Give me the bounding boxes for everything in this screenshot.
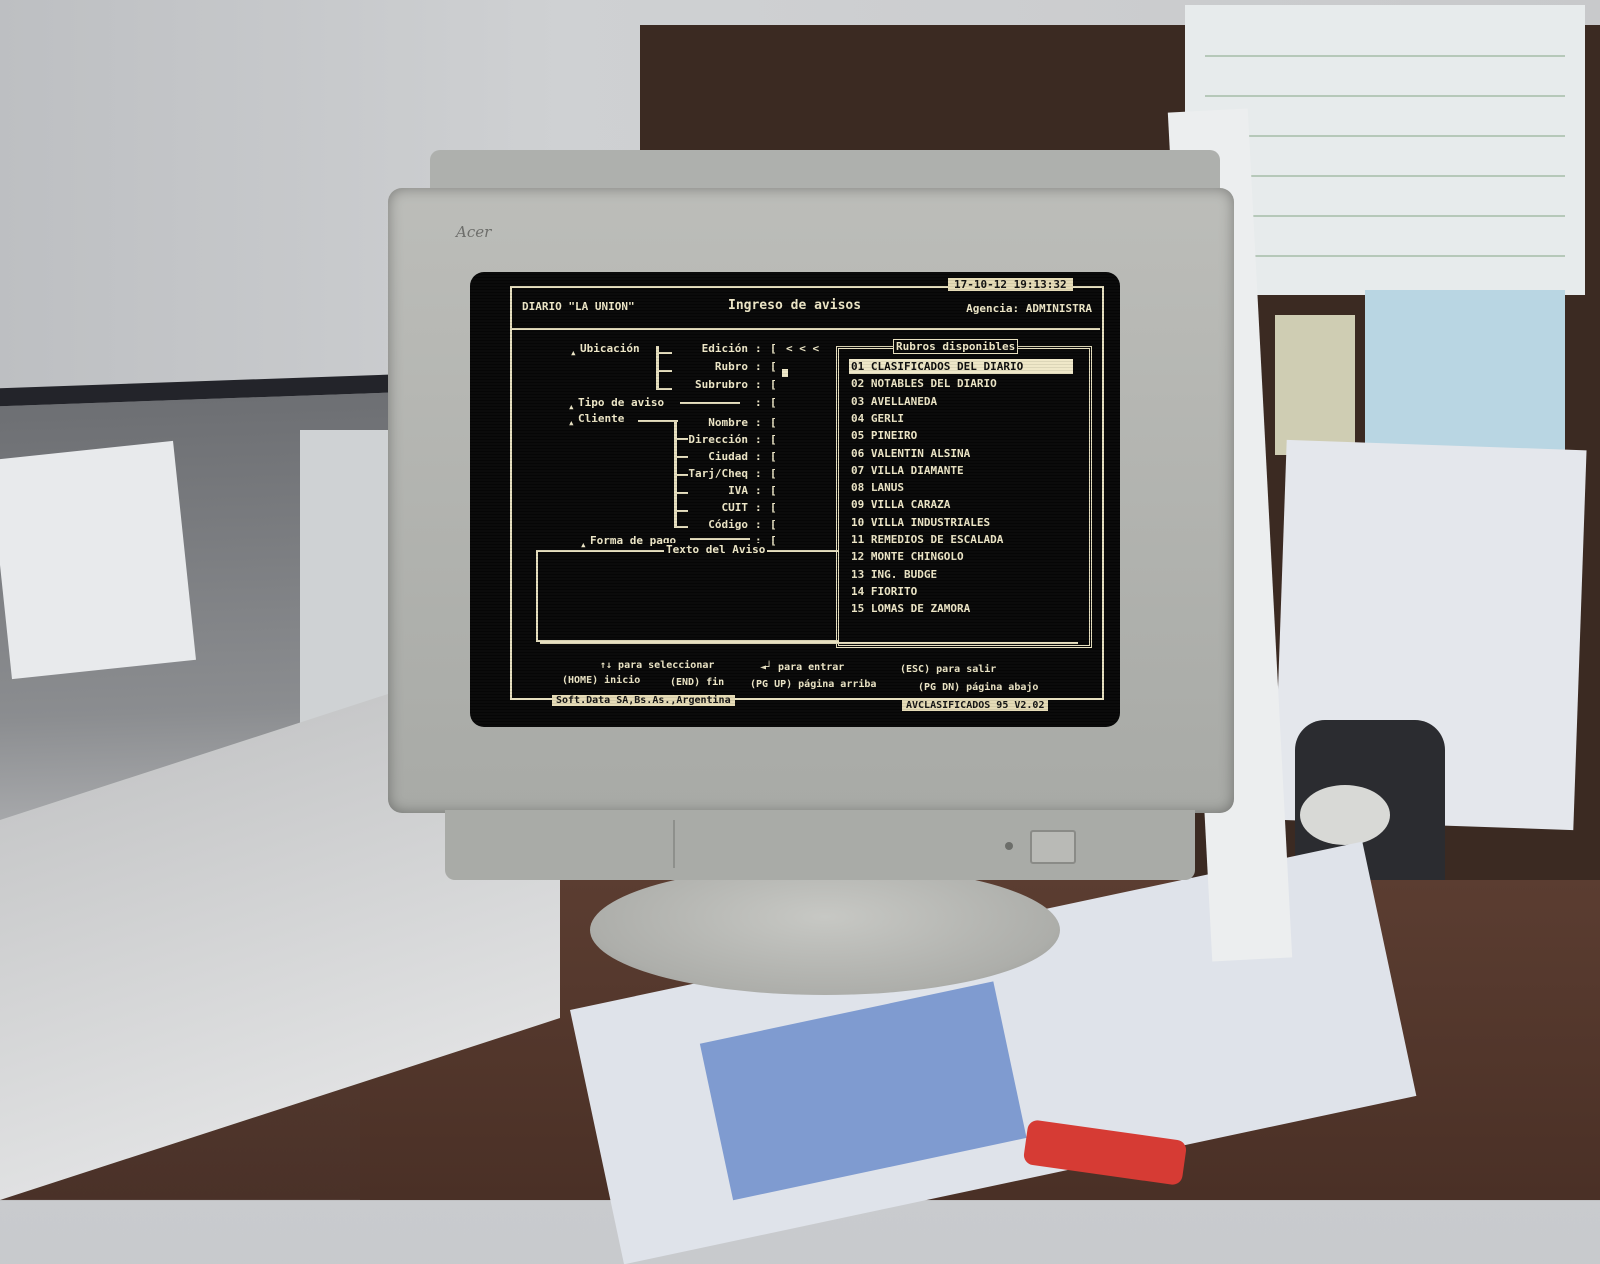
rubro-item[interactable]: 08 LANUS (849, 480, 906, 495)
help-escape: (ESC) para salir (900, 664, 997, 675)
app-header: DIARIO "LA UNION" Ingreso de avisos Agen… (518, 298, 1096, 320)
monitor-stand (590, 865, 1060, 995)
crt-screen: DIARIO "LA UNION" Ingreso de avisos Agen… (470, 272, 1120, 727)
bullet-cliente: ▴ (568, 416, 575, 429)
field-edicion-value[interactable]: [ (770, 342, 777, 355)
help-pgup: (PG UP) página arriba (750, 679, 877, 690)
field-cliente-label: Cliente (578, 412, 625, 425)
field-ubicacion-label: Ubicación (580, 342, 640, 355)
rubro-item[interactable]: 05 PINEIRO (849, 428, 919, 443)
rubro-item[interactable]: 04 GERLI (849, 411, 906, 426)
status-version: AVCLASIFICADOS 95 V2.02 (902, 700, 1049, 711)
field-codigo-label: Código (708, 518, 748, 531)
agency-label: Agencia: ADMINISTRA (966, 302, 1092, 315)
field-cuit-label: CUIT (721, 501, 749, 514)
header-divider (512, 328, 1100, 330)
rubro-item[interactable]: 02 NOTABLES DEL DIARIO (849, 376, 999, 391)
paper-note (0, 440, 196, 680)
screen-title: Ingreso de avisos (728, 298, 862, 313)
texto-aviso-panel[interactable]: Texto del Aviso (536, 543, 838, 642)
newspaper-name: DIARIO "LA UNION" (522, 300, 635, 313)
field-codigo-value[interactable]: [ (770, 518, 777, 531)
field-forma-pago-value[interactable]: [ (770, 534, 777, 547)
rubro-item[interactable]: 13 ING. BUDGE (849, 567, 939, 582)
field-iva-label: IVA (728, 484, 748, 497)
bullet-tipo: ▴ (568, 400, 575, 413)
field-cuit-value[interactable]: [ (770, 501, 777, 514)
help-select: ↑↓ para seleccionar (600, 660, 715, 671)
field-ciudad-label: Ciudad (708, 450, 748, 463)
divider (540, 642, 1078, 644)
status-vendor: Soft.Data SA,Bs.As.,Argentina (552, 695, 735, 706)
edicion-arrows: < < < (786, 342, 820, 355)
field-ciudad-value[interactable]: [ (770, 450, 777, 463)
rubros-panel-title: Rubros disponibles (893, 339, 1019, 354)
monitor-chin (445, 810, 1195, 880)
rubro-item[interactable]: 07 VILLA DIAMANTE (849, 463, 966, 478)
field-subrubro-label: Subrubro (695, 378, 748, 391)
field-tipo-aviso-value[interactable]: [ (770, 396, 777, 409)
field-tipo-aviso-label: Tipo de aviso (578, 396, 665, 409)
bullet-ubicacion: ▴ (570, 346, 577, 359)
rubros-panel: Rubros disponibles 01 CLASIFICADOS DEL D… (836, 339, 1092, 648)
rubro-item[interactable]: 14 FIORITO (849, 584, 919, 599)
power-led (1005, 842, 1013, 850)
field-subrubro-value[interactable]: [ (770, 378, 777, 391)
datetime-display: 17-10-12 19:13:32 (948, 278, 1073, 291)
help-home: (HOME) inicio (562, 675, 641, 686)
rubro-item[interactable]: 09 VILLA CARAZA (849, 497, 952, 512)
field-nombre-value[interactable]: [ (770, 416, 777, 429)
rubro-item[interactable]: 01 CLASIFICADOS DEL DIARIO (849, 359, 1073, 374)
field-nombre-label: Nombre (708, 416, 748, 429)
field-direccion-value[interactable]: [ (770, 433, 777, 446)
power-button[interactable] (1030, 830, 1076, 864)
tape-roll (1300, 785, 1390, 845)
rubro-item[interactable]: 06 VALENTIN ALSINA (849, 446, 972, 461)
rubro-item[interactable]: 12 MONTE CHINGOLO (849, 549, 966, 564)
rubro-item[interactable]: 03 AVELLANEDA (849, 394, 939, 409)
field-edicion-label: Edición (701, 342, 748, 355)
text-cursor (782, 369, 788, 377)
field-tarj-cheq-value[interactable]: [ (770, 467, 777, 480)
help-end: (END) fin (670, 677, 725, 688)
field-iva-value[interactable]: [ (770, 484, 777, 497)
rubro-item[interactable]: 10 VILLA INDUSTRIALES (849, 515, 992, 530)
yellow-note (1275, 315, 1355, 455)
field-rubro-value[interactable]: [ (770, 360, 777, 373)
help-pgdn: (PG DN) página abajo (918, 682, 1039, 693)
monitor-brand: Acer (456, 223, 492, 241)
help-enter: ◄┘ para entrar (760, 662, 845, 673)
field-direccion-label: Dirección (688, 433, 748, 446)
rubro-item[interactable]: 11 REMEDIOS DE ESCALADA (849, 532, 1005, 547)
rubro-item[interactable]: 15 LOMAS DE ZAMORA (849, 601, 972, 616)
field-rubro-label: Rubro (714, 360, 748, 373)
field-tarj-cheq-label: Tarj/Cheq (688, 467, 748, 480)
texto-aviso-title: Texto del Aviso (664, 543, 768, 556)
